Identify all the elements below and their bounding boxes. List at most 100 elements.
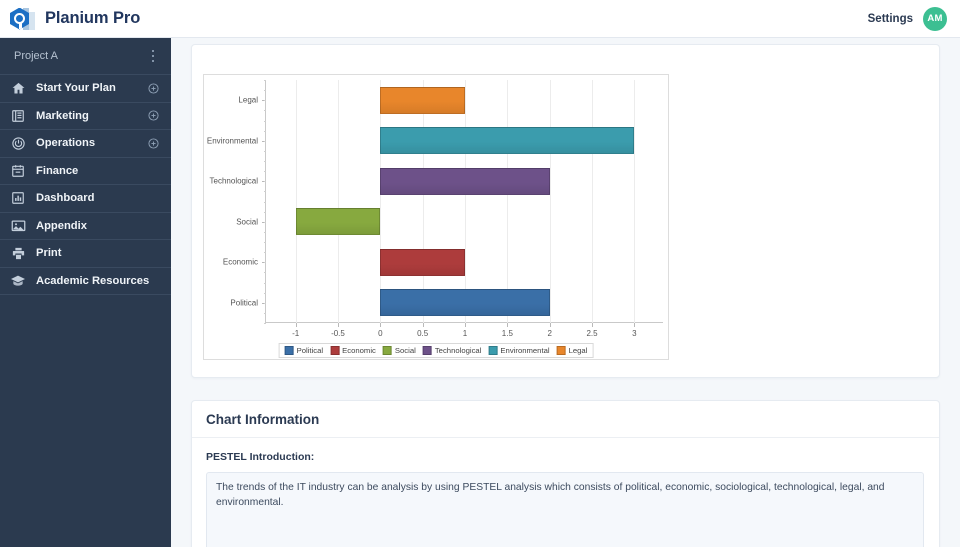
chart-bar[interactable]: [380, 248, 465, 276]
sidebar-item-label: Finance: [36, 164, 79, 177]
home-icon: [9, 79, 27, 97]
chart-x-tick: [465, 323, 466, 327]
sidebar-item-label: Academic Resources: [36, 274, 150, 287]
chart-x-tick-label: -1: [292, 329, 300, 338]
pestel-introduction-input[interactable]: [206, 472, 924, 547]
chart-y-minor-tick: [264, 161, 266, 162]
chart-information-body: PESTEL Introduction:: [192, 438, 939, 547]
sidebar-item-finance[interactable]: Finance: [0, 158, 171, 185]
plus-circle-icon[interactable]: [148, 83, 159, 94]
chart-legend: Political Economic Social Technological Envi…: [278, 343, 594, 358]
chart-legend-label: Environmental: [500, 346, 550, 355]
plus-circle-icon[interactable]: [148, 138, 159, 149]
chart-legend-item[interactable]: Economic: [330, 346, 376, 355]
chart-y-minor-tick: [264, 211, 266, 213]
chart-legend-item[interactable]: Social: [382, 346, 416, 355]
bar-chart-icon: [9, 189, 27, 207]
chart-card: -1 -0.5 0 0.5 1 1.5 2 2.5 3 Political Economic Soci…: [191, 44, 940, 378]
chart-legend-swatch: [284, 346, 294, 355]
sidebar-item-label: Print: [36, 247, 62, 260]
sidebar-item-print[interactable]: Print: [0, 240, 171, 268]
chart-y-tick-label: Environmental: [206, 136, 258, 146]
sidebar-item-operations[interactable]: Operations: [0, 130, 171, 158]
chart-bar[interactable]: [380, 289, 550, 317]
chart-x-tick-label: 1: [462, 329, 468, 338]
chart-y-minor-tick: [264, 221, 266, 223]
chart-legend-swatch: [556, 346, 566, 355]
chart-y-minor-tick: [264, 302, 266, 304]
chart-x-tick: [422, 323, 424, 327]
chart-legend-label: Technological: [434, 346, 482, 355]
chart-legend-item[interactable]: Technological: [422, 346, 482, 355]
printer-icon: [9, 244, 27, 262]
chart-gridline: [465, 80, 466, 323]
graduation-cap-icon: [9, 272, 27, 290]
chart-legend-item[interactable]: Political: [284, 346, 323, 355]
chart-y-tick-label: Technological: [209, 176, 258, 186]
planium-logo-icon: [10, 6, 36, 32]
main-content: -1 -0.5 0 0.5 1 1.5 2 2.5 3 Political Economic Soci…: [171, 38, 960, 547]
sidebar-item-dashboard[interactable]: Dashboard: [0, 185, 171, 213]
top-bar-right: Settings AM: [868, 6, 960, 31]
brand: Planium Pro: [0, 6, 171, 32]
project-row[interactable]: Project A: [0, 38, 171, 75]
chart-legend-swatch: [330, 346, 340, 355]
chart-y-minor-tick: [264, 201, 266, 203]
sidebar-item-academic-resources[interactable]: Academic Resources: [0, 268, 171, 295]
chart-gridline: [634, 80, 636, 323]
chart-y-minor-tick: [264, 262, 266, 264]
chart-bar[interactable]: [380, 86, 465, 114]
sidebar-item-marketing[interactable]: Marketing: [0, 103, 171, 130]
power-circle-icon: [9, 134, 27, 152]
chart-information-title: Chart Information: [206, 411, 320, 427]
chart-y-minor-tick: [264, 292, 266, 294]
chart-y-minor-tick: [264, 110, 266, 112]
chart-gridline: [337, 80, 339, 323]
chart-y-tick-label: Political: [230, 298, 258, 308]
pestel-bar-chart[interactable]: -1 -0.5 0 0.5 1 1.5 2 2.5 3 Political Economic Soci…: [203, 74, 669, 360]
chart-gridline: [549, 80, 551, 323]
chart-x-tick: [507, 323, 509, 327]
chart-y-minor-tick: [264, 242, 266, 243]
chart-bar[interactable]: [380, 127, 635, 155]
settings-link[interactable]: Settings: [868, 13, 913, 25]
newspaper-icon: [9, 107, 27, 125]
chart-y-tick-label: Economic: [222, 257, 258, 267]
chart-y-minor-tick: [264, 100, 266, 102]
sidebar-item-label: Start Your Plan: [36, 82, 116, 95]
chart-legend-swatch: [382, 346, 392, 355]
plus-circle-icon[interactable]: [148, 110, 159, 121]
chart-x-tick-label: 0.5: [417, 329, 429, 338]
chart-y-minor-tick: [264, 130, 266, 132]
chart-gridline: [592, 80, 594, 323]
pestel-introduction-label: PESTEL Introduction:: [206, 451, 315, 463]
chart-y-tick-label: Legal: [238, 95, 258, 105]
chart-y-minor-tick: [264, 80, 266, 81]
sidebar-item-appendix[interactable]: Appendix: [0, 213, 171, 240]
kebab-menu-icon[interactable]: [149, 47, 158, 66]
image-icon: [9, 217, 27, 235]
chart-plot-area: -1 -0.5 0 0.5 1 1.5 2 2.5 3 Political Economic Soci…: [207, 80, 663, 338]
chart-legend-item[interactable]: Environmental: [488, 346, 550, 355]
chart-legend-label: Economic: [342, 346, 376, 355]
chart-x-tick: [380, 323, 382, 327]
chart-x-tick: [549, 323, 551, 327]
chart-bar[interactable]: [380, 167, 550, 195]
chart-x-tick-label: 3: [632, 329, 637, 338]
chart-y-minor-tick: [264, 282, 266, 284]
chart-legend-swatch: [488, 346, 498, 355]
chart-y-minor-tick: [264, 120, 266, 122]
chart-y-minor-tick: [264, 231, 266, 233]
chart-x-tick: [337, 323, 339, 327]
brand-name: Planium Pro: [45, 9, 141, 27]
sidebar-item-label: Marketing: [36, 109, 89, 122]
sidebar-item-start-your-plan[interactable]: Start Your Plan: [0, 75, 171, 103]
chart-y-minor-tick: [264, 140, 266, 142]
chart-y-minor-tick: [264, 191, 266, 193]
sidebar: Project A Start Your Plan Marketing Operat…: [0, 38, 171, 547]
chart-bar[interactable]: [295, 208, 381, 236]
chart-information-header: Chart Information: [192, 401, 939, 438]
avatar[interactable]: AM: [923, 6, 947, 31]
chart-y-minor-tick: [264, 272, 266, 274]
chart-legend-item[interactable]: Legal: [556, 346, 587, 355]
